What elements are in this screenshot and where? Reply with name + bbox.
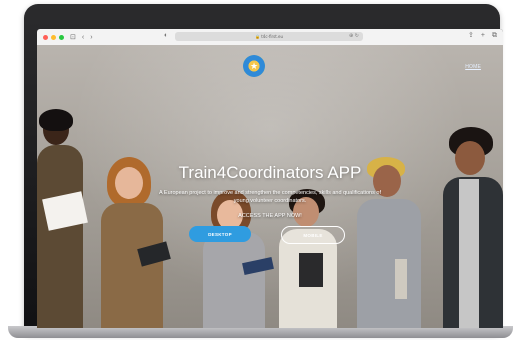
student-figure [355, 157, 423, 328]
page-title: Train4Coordinators APP [178, 163, 362, 182]
back-icon[interactable]: ‹ [82, 34, 84, 41]
desktop-button[interactable]: DESKTOP [189, 226, 251, 242]
cta-text: ACCESS THE APP NOW! [238, 213, 302, 219]
browser-toolbar: ⊡ ‹ › ◐ 🔒 t4c-first.eu ⊕ ↻ ⇪ + ⧉ [37, 29, 503, 46]
tab-overview-icon[interactable]: ⧉ [492, 32, 497, 39]
student-figure [37, 109, 88, 328]
hero-section: ★ HOME Train4Coordinators APP A European… [37, 45, 503, 328]
share-icon[interactable]: ⇪ [468, 32, 474, 39]
new-tab-icon[interactable]: + [481, 32, 485, 39]
student-figure [199, 190, 274, 328]
sidebar-icon[interactable]: ⊡ [70, 34, 76, 41]
address-text: 🔒 t4c-first.eu [254, 34, 284, 39]
project-logo[interactable]: ★ [243, 55, 265, 77]
window-controls [43, 34, 64, 40]
address-actions-icon[interactable]: ⊕ ↻ [349, 33, 359, 39]
maximize-window-button[interactable] [59, 34, 64, 40]
forward-icon[interactable]: › [90, 34, 92, 41]
mobile-button[interactable]: MOBILE [281, 226, 345, 244]
logo-glyph: ★ [249, 60, 259, 71]
address-bar[interactable]: 🔒 t4c-first.eu ⊕ ↻ [175, 32, 363, 41]
toolbar-right: ⇪ + ⧉ [468, 32, 497, 39]
nav-home-link[interactable]: HOME [465, 64, 481, 70]
privacy-shield-icon[interactable]: ◐ [164, 32, 168, 39]
close-window-button[interactable] [43, 34, 48, 40]
page-subtitle: A European project to improve and streng… [159, 190, 381, 204]
minimize-window-button[interactable] [51, 34, 56, 40]
laptop-screen: ⊡ ‹ › ◐ 🔒 t4c-first.eu ⊕ ↻ ⇪ + ⧉ ★ HOME … [37, 29, 503, 328]
